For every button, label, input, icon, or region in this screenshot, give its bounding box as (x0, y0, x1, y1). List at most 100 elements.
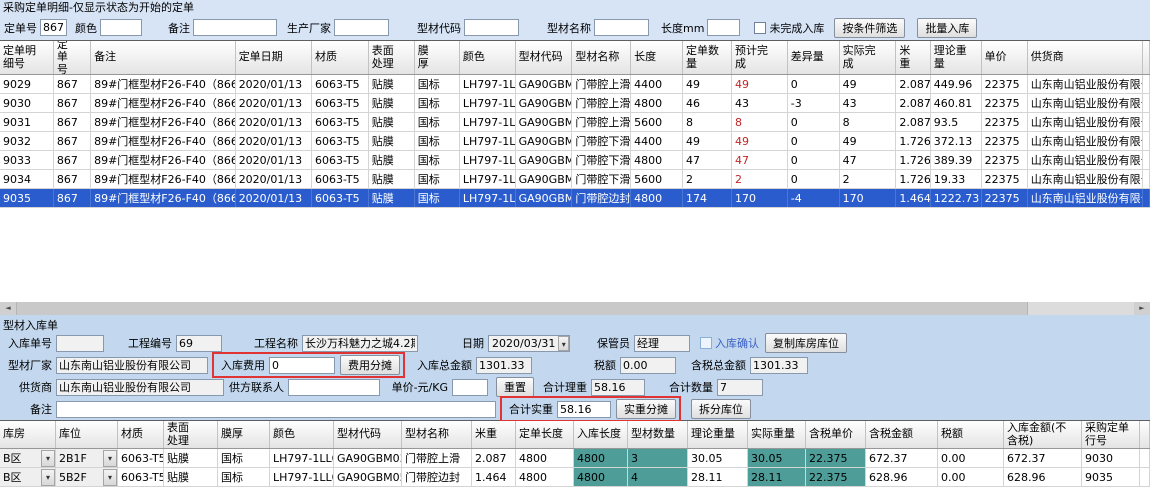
column-header[interactable]: 实际完成 (840, 41, 897, 74)
column-header[interactable]: 材质 (118, 421, 164, 448)
column-header[interactable]: 表面处理 (164, 421, 218, 448)
actual-weight-highlight-box: 合计实重 实重分摊 (500, 396, 681, 422)
column-header[interactable]: 预计完成 (732, 41, 788, 74)
total-amount-field[interactable] (476, 357, 532, 374)
inbound-no-field[interactable] (56, 335, 104, 352)
dropdown-arrow-icon[interactable]: ▾ (103, 469, 117, 486)
fee-allocate-button[interactable]: 费用分摊 (340, 355, 400, 375)
manufacturer-input[interactable] (334, 19, 389, 36)
table-cell: 49 (683, 132, 732, 150)
column-header[interactable]: 含税单价 (806, 421, 866, 448)
dropdown-arrow-icon[interactable]: ▾ (41, 469, 55, 486)
column-header[interactable]: 供货商 (1028, 41, 1143, 74)
unit-price-input[interactable] (452, 379, 488, 396)
calendar-dropdown-icon[interactable]: ▾ (558, 336, 569, 351)
length-input[interactable] (707, 19, 740, 36)
actual-weight-input[interactable] (557, 401, 611, 418)
column-header[interactable]: 含税金额 (866, 421, 938, 448)
column-header[interactable]: 单价 (982, 41, 1028, 74)
column-header[interactable]: 采购定单行号 (1082, 421, 1140, 448)
column-header[interactable]: 库位 (56, 421, 118, 448)
factory-field[interactable] (56, 357, 208, 374)
column-header[interactable]: 入库金额(不含税) (1004, 421, 1082, 448)
column-header[interactable]: 实际重量 (748, 421, 806, 448)
table-row[interactable]: 903586789#门框型材F26-F40（866+867）2020/01/13… (0, 189, 1150, 208)
scroll-left-icon[interactable]: ◄ (0, 302, 16, 315)
tax-label: 税额 (544, 357, 616, 373)
column-header[interactable]: 定单长度 (516, 421, 574, 448)
filter-by-condition-button[interactable]: 按条件筛选 (834, 18, 905, 38)
table-row[interactable]: B区▾2B1F▾6063-T5贴膜国标LH797-1LL0GA90GBM03门带… (0, 449, 1150, 468)
column-header[interactable]: 材质 (312, 41, 369, 74)
column-header[interactable]: 型材代码 (516, 41, 573, 74)
column-header[interactable]: 定单数量 (683, 41, 732, 74)
scroll-right-icon[interactable]: ► (1134, 302, 1150, 315)
batch-inbound-button[interactable]: 批量入库 (917, 18, 977, 38)
inbound-confirm-checkbox[interactable] (700, 337, 712, 349)
supplier-field[interactable] (56, 379, 224, 396)
reset-button[interactable]: 重置 (496, 377, 534, 397)
column-header[interactable]: 型材代码 (334, 421, 402, 448)
scrollbar-thumb[interactable] (16, 302, 1028, 315)
profile-name-input[interactable] (594, 19, 649, 36)
column-header[interactable]: 定单号 (54, 41, 91, 74)
table-row[interactable]: 903386789#门框型材F26-F40（866+867）2020/01/13… (0, 151, 1150, 170)
tax-field[interactable] (620, 357, 676, 374)
contact-input[interactable] (288, 379, 380, 396)
table-cell: GA90GBM03 (516, 75, 573, 93)
note-input[interactable] (193, 19, 277, 36)
column-header[interactable]: 理论重量 (688, 421, 748, 448)
table-row[interactable]: 903086789#门框型材F26-F40（866+867）2020/01/13… (0, 94, 1150, 113)
unfinished-checkbox[interactable] (754, 22, 766, 34)
row-stub (1143, 151, 1150, 169)
column-header[interactable]: 膜厚 (218, 421, 270, 448)
split-location-button[interactable]: 拆分库位 (691, 399, 751, 419)
project-no-field[interactable] (176, 335, 222, 352)
table-row[interactable]: 903486789#门框型材F26-F40（866+867）2020/01/13… (0, 170, 1150, 189)
column-header[interactable]: 长度 (631, 41, 683, 74)
theo-weight-field[interactable] (591, 379, 645, 396)
column-header[interactable]: 颜色 (270, 421, 334, 448)
column-header[interactable]: 差异量 (788, 41, 840, 74)
table-cell: 6063-T5 (312, 151, 369, 169)
column-header[interactable]: 米重 (896, 41, 930, 74)
table-cell: 49 (840, 75, 897, 93)
column-header[interactable]: 税额 (938, 421, 1004, 448)
total-qty-field[interactable] (717, 379, 763, 396)
column-header[interactable]: 型材数量 (628, 421, 688, 448)
dropdown-arrow-icon[interactable]: ▾ (41, 450, 55, 467)
column-header[interactable]: 型材名称 (402, 421, 472, 448)
table-cell: GA90GBM04 (516, 170, 573, 188)
column-header[interactable]: 膜厚 (415, 41, 460, 74)
horizontal-scrollbar[interactable]: ◄ ► (0, 302, 1150, 315)
column-header[interactable]: 库房 (0, 421, 56, 448)
copy-warehouse-location-button[interactable]: 复制库房库位 (765, 333, 847, 353)
remark-input[interactable] (56, 401, 496, 418)
column-header[interactable]: 入库长度 (574, 421, 628, 448)
column-header[interactable]: 理论重量 (931, 41, 982, 74)
taxed-total-field[interactable] (750, 357, 808, 374)
color-input[interactable] (100, 19, 142, 36)
column-header[interactable]: 表面处理 (369, 41, 415, 74)
table-row[interactable]: 903286789#门框型材F26-F40（866+867）2020/01/13… (0, 132, 1150, 151)
column-header[interactable]: 型材名称 (572, 41, 631, 74)
table-cell: 国标 (218, 468, 270, 486)
table-row[interactable]: B区▾5B2F▾6063-T5贴膜国标LH797-1LL0GA90GBM05门带… (0, 468, 1150, 487)
column-header[interactable]: 米重 (472, 421, 516, 448)
weight-allocate-button[interactable]: 实重分摊 (616, 399, 676, 419)
column-header[interactable]: 定单明细号 (0, 41, 54, 74)
fee-input[interactable] (269, 357, 335, 374)
table-row[interactable]: 903186789#门框型材F26-F40（866+867）2020/01/13… (0, 113, 1150, 132)
column-header[interactable]: 定单日期 (236, 41, 312, 74)
date-combo[interactable]: 2020/03/31 ▾ (488, 335, 570, 352)
column-header[interactable]: 备注 (91, 41, 236, 74)
table-cell: 43 (732, 94, 788, 112)
table-cell: 门带腔边封 (402, 468, 472, 486)
project-name-field[interactable] (302, 335, 418, 352)
profile-code-input[interactable] (464, 19, 519, 36)
column-header[interactable]: 颜色 (460, 41, 516, 74)
table-row[interactable]: 902986789#门框型材F26-F40（866+867）2020/01/13… (0, 75, 1150, 94)
dropdown-arrow-icon[interactable]: ▾ (103, 450, 117, 467)
keeper-field[interactable] (634, 335, 690, 352)
order-no-input[interactable] (40, 19, 67, 36)
